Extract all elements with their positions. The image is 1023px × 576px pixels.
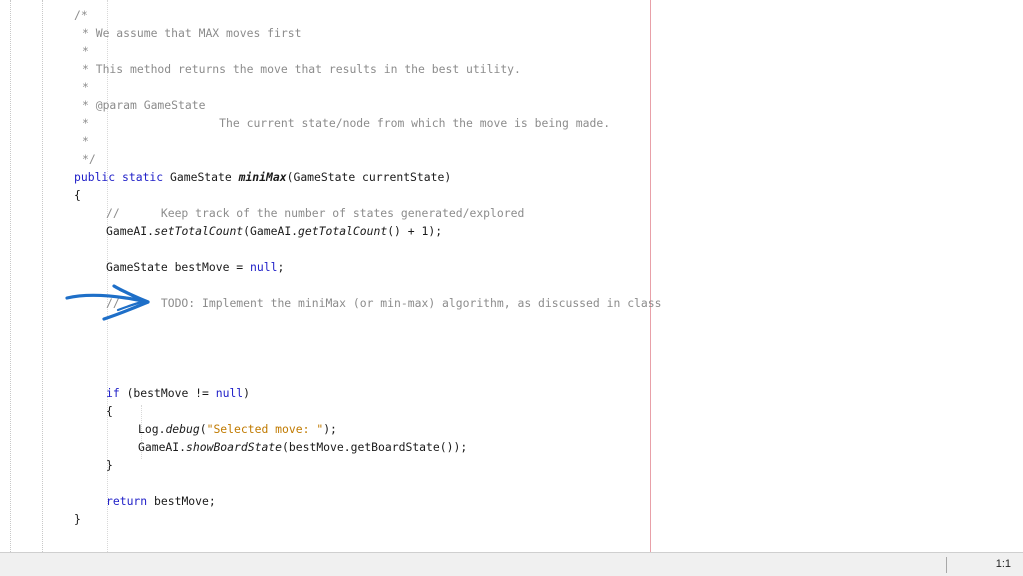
code-token: } xyxy=(74,512,81,526)
code-token: public static xyxy=(74,170,164,184)
code-line[interactable]: * xyxy=(82,42,89,60)
code-token: getTotalCount xyxy=(298,224,388,238)
code-line[interactable]: return bestMove; xyxy=(106,492,216,510)
code-line[interactable]: if (bestMove != null) xyxy=(106,384,250,402)
code-token: (GameState currentState) xyxy=(286,170,452,184)
code-line[interactable]: } xyxy=(74,510,81,528)
code-token: return xyxy=(106,494,148,508)
code-token: (GameAI. xyxy=(243,224,299,238)
indent-guide xyxy=(42,0,43,552)
status-bar: 1:1 xyxy=(0,552,1023,576)
code-token: /* xyxy=(74,8,88,22)
status-separator xyxy=(946,557,947,573)
code-token: (bestMove.getBoardState()); xyxy=(282,440,468,454)
code-token: GameState xyxy=(163,170,239,184)
code-line[interactable]: GameState bestMove = null; xyxy=(106,258,284,276)
code-token: (bestMove != xyxy=(119,386,216,400)
code-token: GameAI. xyxy=(138,440,187,454)
code-token: setTotalCount xyxy=(154,224,244,238)
code-line[interactable]: * xyxy=(82,78,89,96)
code-token: */ xyxy=(82,152,96,166)
code-token: Log. xyxy=(138,422,166,436)
code-token: null xyxy=(250,260,278,274)
code-token: GameAI. xyxy=(106,224,155,238)
code-token: } xyxy=(106,458,113,472)
code-token: debug xyxy=(165,422,200,436)
code-line[interactable]: public static GameState miniMax(GameStat… xyxy=(74,168,451,186)
indent-guide xyxy=(10,0,11,552)
code-token: { xyxy=(74,188,81,202)
code-token: "Selected move: " xyxy=(206,422,324,436)
code-token: ( xyxy=(199,422,207,436)
code-token: // Keep track of the number of states ge… xyxy=(106,206,525,220)
code-token: if xyxy=(106,386,120,400)
code-line[interactable]: // TODO: Implement the miniMax (or min-m… xyxy=(106,294,661,312)
right-margin-line xyxy=(650,0,651,552)
code-token: ); xyxy=(323,422,337,436)
code-line[interactable]: /* xyxy=(74,6,88,24)
code-token: * This method returns the move that resu… xyxy=(82,62,521,76)
code-line[interactable]: * We assume that MAX moves first xyxy=(82,24,301,42)
code-token: showBoardState xyxy=(186,440,283,454)
code-token: * xyxy=(82,134,89,148)
code-token: * @param GameState xyxy=(82,98,206,112)
code-line[interactable]: } xyxy=(106,456,113,474)
code-line[interactable]: // Keep track of the number of states ge… xyxy=(106,204,524,222)
code-token: bestMove; xyxy=(147,494,216,508)
code-token: ; xyxy=(277,260,285,274)
code-token: * xyxy=(82,80,89,94)
code-token: miniMax xyxy=(238,170,287,184)
code-token: null xyxy=(215,386,244,400)
code-line[interactable]: { xyxy=(106,402,113,420)
code-token: ) xyxy=(243,386,251,400)
code-line[interactable]: Log.debug("Selected move: "); xyxy=(138,420,337,438)
code-token: { xyxy=(106,404,113,418)
code-token: * We assume that MAX moves first xyxy=(82,26,302,40)
code-token: * xyxy=(82,44,89,58)
code-line[interactable]: * @param GameState xyxy=(82,96,205,114)
code-token: // TODO: Implement the miniMax (or min-m… xyxy=(106,296,662,310)
code-token: GameState bestMove = xyxy=(106,260,251,274)
hand-drawn-arrow-icon xyxy=(65,284,150,321)
code-line[interactable]: GameAI.setTotalCount(GameAI.getTotalCoun… xyxy=(106,222,442,240)
code-line[interactable]: * The current state/node from which the … xyxy=(82,114,610,132)
code-token: () + 1); xyxy=(387,224,443,238)
code-line[interactable]: { xyxy=(74,186,81,204)
code-line[interactable]: * This method returns the move that resu… xyxy=(82,60,521,78)
code-token: * The current state/node from which the … xyxy=(82,116,611,130)
code-line[interactable]: * xyxy=(82,132,89,150)
code-line[interactable]: */ xyxy=(82,150,96,168)
code-editor[interactable]: /* * We assume that MAX moves first * * Thi… xyxy=(0,0,1023,552)
code-line[interactable]: GameAI.showBoardState(bestMove.getBoardS… xyxy=(138,438,467,456)
cursor-position: 1:1 xyxy=(995,558,1011,570)
